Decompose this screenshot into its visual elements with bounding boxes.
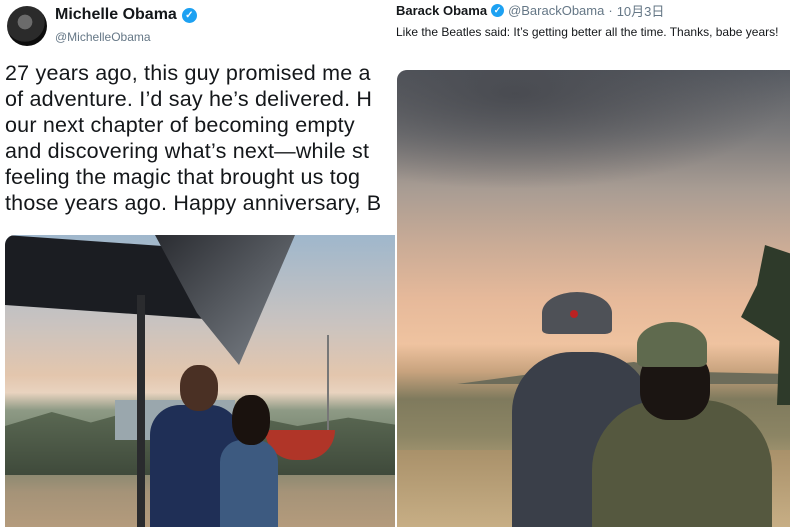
tweet-photo[interactable] <box>397 70 790 527</box>
author-handle[interactable]: @BarackObama <box>508 3 604 18</box>
author-handle[interactable]: @MichelleObama <box>55 30 151 44</box>
left-tweet: Michelle Obama ✓ @MichelleObama 27 years… <box>0 0 395 527</box>
right-tweet: Barack Obama ✓ @BarackObama · 10月3日 Like… <box>395 0 790 527</box>
cap-logo <box>570 310 578 318</box>
tweet-line: those years ago. Happy anniversary, B <box>5 191 382 215</box>
woman-head <box>232 395 270 445</box>
separator-dot: · <box>608 3 613 18</box>
author-name[interactable]: Michelle Obama <box>55 6 177 24</box>
verified-badge-icon: ✓ <box>181 7 197 23</box>
boat-mast <box>327 335 329 445</box>
michelle-avatar[interactable] <box>7 6 47 46</box>
tweet-date[interactable]: 10月3日 <box>617 1 665 20</box>
clouds <box>397 70 790 190</box>
tweet-photo[interactable] <box>5 235 395 527</box>
woman-figure <box>592 322 772 527</box>
woman-body <box>220 440 278 527</box>
tweet-text: 27 years ago, this guy promised me a of … <box>5 60 395 216</box>
verified-badge-icon: ✓ <box>491 4 505 17</box>
tweet-text: Like the Beatles said: It’s getting bett… <box>396 25 779 39</box>
man-head <box>180 365 218 411</box>
tweet-header: Barack Obama ✓ @BarackObama · 10月3日 <box>396 1 664 20</box>
author-name-row[interactable]: Michelle Obama ✓ <box>55 6 197 24</box>
woman-cap <box>637 322 707 367</box>
porch-pole <box>137 295 145 527</box>
tweet-line: and discovering what’s next—while st <box>5 139 370 163</box>
tweet-line: our next chapter of becoming empty <box>5 113 355 137</box>
author-name[interactable]: Barack Obama <box>396 3 487 18</box>
tweet-line: of adventure. I’d say he’s delivered. H <box>5 87 373 111</box>
woman-figure <box>220 395 280 527</box>
tweet-line: feeling the magic that brought us tog <box>5 165 361 189</box>
tweet-line: 27 years ago, this guy promised me a <box>5 61 371 85</box>
